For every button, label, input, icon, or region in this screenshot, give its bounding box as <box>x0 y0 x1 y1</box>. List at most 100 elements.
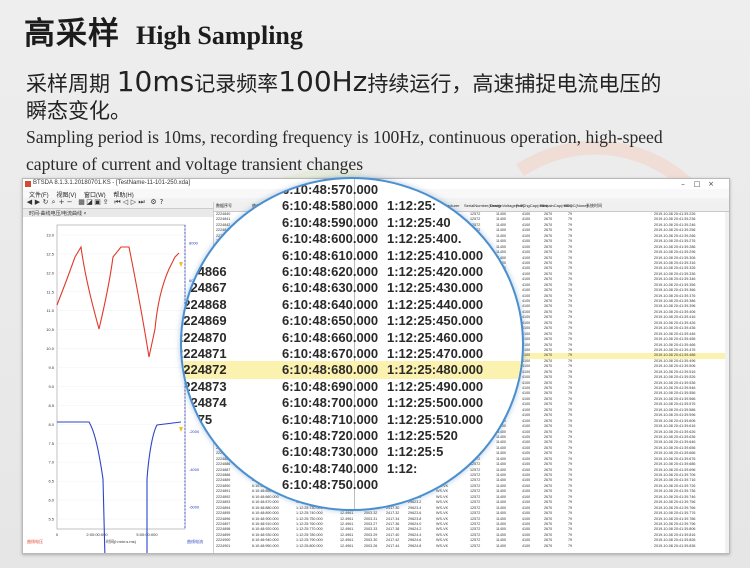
magnified-cell: 1:12:25:480.000 <box>387 362 484 378</box>
left-tick-label: 11.5 <box>47 289 55 294</box>
magnified-cell: 1:12:25:460.000 <box>387 329 484 345</box>
table-cell: 29624.8 <box>408 543 422 548</box>
first-icon[interactable]: ⏮ <box>114 199 121 206</box>
magnified-cell: 1:12:25:510.000 <box>387 411 484 427</box>
last-icon[interactable]: ⏭ <box>138 199 145 206</box>
magnified-cell: 64 <box>182 231 191 247</box>
magnified-row: 2224870 6:10:48:660.000 1:12:25:460.000 <box>182 329 522 347</box>
magnified-cell: 65 <box>182 247 191 263</box>
left-tick-label: 6.5 <box>48 479 54 484</box>
settings-icon[interactable]: ⚙ <box>150 199 157 206</box>
magnified-cell: 6:10:48:600.000 <box>282 231 379 247</box>
magnified-row: 6:10:48:580.000 1:12:25:. <box>182 197 522 215</box>
magnified-cell: 24875 <box>182 411 213 427</box>
magnified-row: 24875 6:10:48:710.000 1:12:25:510.000 <box>182 411 522 429</box>
magnified-row: 6:10:48:740.000 1:12: <box>182 460 522 478</box>
chart-icon[interactable]: ◪ <box>86 199 93 206</box>
description-english: Sampling period is 10ms, recording frequ… <box>26 127 663 174</box>
magnified-row: 2224874 6:10:48:700.000 1:12:25:500.000 <box>182 394 522 412</box>
table-cell: 1:12:25:800.000 <box>296 543 323 548</box>
magnified-cell: 6:10:48:630.000 <box>282 280 379 296</box>
left-tick-label: 11.0 <box>47 308 55 313</box>
magnified-cell: 6:10:48:580.000 <box>282 198 379 214</box>
desc-cn-period: 10ms <box>116 65 195 98</box>
magnified-row: 2224872 6:10:48:680.000 1:12:25:480.000 <box>180 361 522 380</box>
magnified-cell: 1:12:25:420.000 <box>387 264 484 279</box>
legend-voltage: 曲线电压 <box>27 538 43 544</box>
vertical-scrollbar[interactable] <box>725 212 729 553</box>
magnified-row: 876 6:10:48:720.000 1:12:25:520 <box>182 427 522 445</box>
table-cell: 11400 <box>496 543 506 548</box>
x-axis-label: 时间(h:min:s.ms) <box>106 538 137 544</box>
table-cell: 6:10:48:950.000 <box>252 543 279 548</box>
magnified-cell: 6:10:48:570.000 <box>282 182 379 197</box>
magnified-row: 2224868 6:10:48:640.000 1:12:25:440.000 <box>182 296 522 314</box>
title-chinese: 高采样 <box>24 16 120 52</box>
forward-icon[interactable]: ▶ <box>34 199 41 206</box>
table-cell: 12572 <box>470 543 481 548</box>
left-tick-label: 8.0 <box>48 422 54 427</box>
magnified-row: 6:10:48:570.000 <box>182 181 522 199</box>
magnified-row: 2224871 6:10:48:670.000 1:12:25:470.000 <box>182 345 522 363</box>
table-cell: 2224901 <box>216 543 231 548</box>
search-icon[interactable]: ⌕ <box>50 199 57 206</box>
magnified-cell: 2224871 <box>180 346 227 361</box>
magnified-row: 2224866 6:10:48:620.000 1:12:25:420.000 <box>182 263 522 281</box>
magnified-cell: 2224873 <box>180 378 227 394</box>
table-cell: 79 <box>568 543 573 548</box>
magnified-cell: 1:12:25: <box>387 198 437 214</box>
magnified-cell: 2224867 <box>180 280 227 296</box>
next-icon[interactable]: ▷ <box>130 199 137 206</box>
column-header[interactable]: 系统时间 <box>586 203 602 209</box>
magnified-cell: 6:10:48:730.000 <box>282 444 379 460</box>
magnified-cell: 2224866 <box>180 264 227 279</box>
magnified-cell: 6:10:48:610.000 <box>282 247 379 263</box>
plot-area <box>56 224 186 530</box>
maximize-icon[interactable]: □ <box>691 179 703 189</box>
magnified-row: 2224873 6:10:48:690.000 1:12:25:490.000 <box>182 378 522 396</box>
magnified-cell: 1:12:25:400. <box>387 231 462 247</box>
magnified-row: 6:10:48:750.000 <box>182 476 522 494</box>
left-tick-label: 5.5 <box>48 517 54 522</box>
close-icon[interactable]: × <box>705 179 717 189</box>
back-icon[interactable]: ◀ <box>26 199 33 206</box>
magnified-cell: 2224872 <box>180 362 227 378</box>
magnifier-lens: 6:10:48:570.000 6:10:48:580.000 1:12:25:. 6… <box>180 177 524 511</box>
grid-icon[interactable]: ▦ <box>78 199 85 206</box>
magnified-cell: 1:12:25:410.000 <box>387 247 484 263</box>
zoom-out-icon[interactable]: − <box>66 199 73 206</box>
magnified-cell: 2224868 <box>180 296 227 312</box>
table-row[interactable]: 2224901 6:10:48:950.000 1:12:25:800.000 12.… <box>214 543 729 549</box>
magnified-cell: 1:12:25:430.000 <box>387 280 484 296</box>
magnified-cell: 1:12:25:5 <box>387 444 444 460</box>
magnified-cell: 6:10:48:660.000 <box>282 329 379 345</box>
minimize-icon[interactable]: – <box>677 179 689 189</box>
left-tick-label: 12.0 <box>46 270 55 275</box>
magnified-cell: 6:10:48:690.000 <box>282 378 379 394</box>
magnified-cell: 6:10:48:700.000 <box>282 395 379 411</box>
magnified-row: 6:10:48:730.000 1:12:25:5 <box>182 443 522 461</box>
table-cell: 2670 <box>544 543 553 548</box>
x-tick-label: 2:00:00:000 <box>86 532 108 537</box>
magnified-cell: 1:12:25:500.000 <box>387 395 484 411</box>
magnified-cell: 1:12:25:450.000 <box>387 313 484 329</box>
magnified-cell: 6:10:48:670.000 <box>282 346 379 361</box>
refresh-icon[interactable]: ↻ <box>42 199 49 206</box>
left-tick-label: 13.0 <box>46 233 55 238</box>
save-icon[interactable]: ▣ <box>94 199 101 206</box>
column-header[interactable]: RSOC(None) <box>564 203 588 208</box>
prev-icon[interactable]: ◁ <box>122 199 129 206</box>
magnified-row: 64 6:10:48:600.000 1:12:25:400. <box>182 230 522 248</box>
help-icon[interactable]: ? <box>158 199 165 206</box>
magnified-row: 2224869 6:10:48:650.000 1:12:25:450.000 <box>182 312 522 330</box>
magnified-row: 65 6:10:48:610.000 1:12:25:410.000 <box>182 247 522 265</box>
export-icon[interactable]: ⇪ <box>102 199 109 206</box>
table-cell: WS-VK <box>436 543 449 548</box>
magnified-cell: 6:10:48:650.000 <box>282 313 379 329</box>
desc-cn-part: 记录频率 <box>194 72 279 96</box>
zoom-in-icon[interactable]: + <box>58 199 65 206</box>
table-cell: 4100 <box>522 543 531 548</box>
left-tick-label: 10.5 <box>46 327 55 332</box>
left-tick-label: 10.0 <box>46 346 55 351</box>
desc-cn-frequency: 100Hz <box>278 65 368 98</box>
